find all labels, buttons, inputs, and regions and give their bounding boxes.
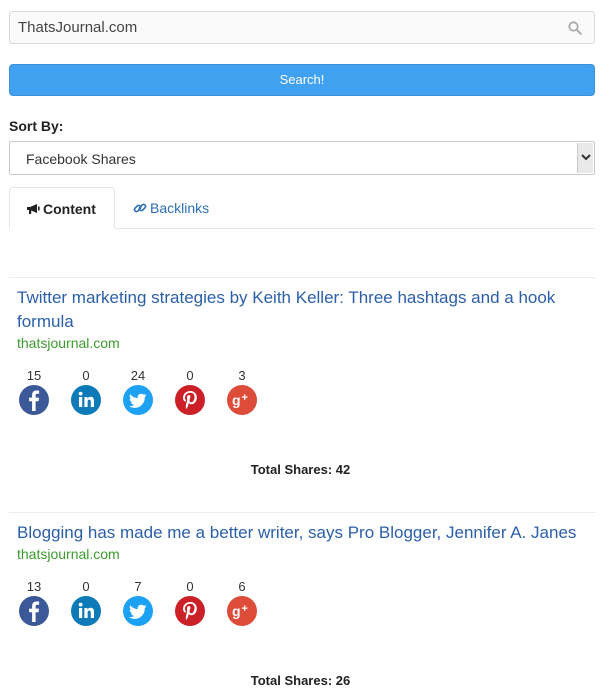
tab-content[interactable]: Content: [9, 187, 115, 229]
svg-text:g: g: [232, 392, 241, 408]
search-input[interactable]: ThatsJournal.com: [9, 11, 595, 44]
sort-by-label: Sort By:: [9, 118, 64, 134]
divider: [9, 512, 595, 513]
linkedin-share-count: 0: [82, 368, 90, 383]
linkedin-share[interactable]: 0: [70, 579, 102, 626]
googleplus-share-count: 6: [238, 579, 246, 594]
sort-select[interactable]: Facebook Shares: [9, 141, 595, 175]
total-shares: Total Shares: 26: [250, 673, 351, 688]
article-domain: thatsjournal.com: [17, 335, 120, 351]
bullhorn-icon: [26, 202, 40, 218]
twitter-share[interactable]: 24: [122, 368, 154, 415]
chevron-down-icon[interactable]: [577, 143, 593, 173]
pinterest-share-count: 0: [186, 579, 194, 594]
linkedin-share-count: 0: [82, 579, 90, 594]
linkedin-share[interactable]: 0: [70, 368, 102, 415]
twitter-icon[interactable]: [123, 596, 153, 626]
tab-backlinks-label: Backlinks: [150, 200, 210, 216]
pinterest-share[interactable]: 0: [174, 579, 206, 626]
twitter-share[interactable]: 7: [122, 579, 154, 626]
facebook-icon[interactable]: [19, 596, 49, 626]
linkedin-icon[interactable]: [71, 596, 101, 626]
search-button[interactable]: Search!: [9, 64, 595, 96]
tab-backlinks[interactable]: Backlinks: [133, 200, 209, 216]
facebook-share[interactable]: 13: [18, 579, 50, 626]
sort-select-value: Facebook Shares: [26, 151, 136, 167]
article-title-link[interactable]: Twitter marketing strategies by Keith Ke…: [17, 286, 577, 334]
pinterest-icon[interactable]: [175, 596, 205, 626]
svg-text:+: +: [242, 392, 248, 404]
twitter-icon[interactable]: [123, 385, 153, 415]
svg-text:+: +: [242, 603, 248, 615]
pinterest-share-count: 0: [186, 368, 194, 383]
twitter-share-count: 7: [134, 579, 142, 594]
googleplus-share[interactable]: 3 g +: [226, 368, 258, 415]
search-input-value: ThatsJournal.com: [18, 19, 138, 36]
twitter-share-count: 24: [130, 368, 146, 383]
pinterest-icon[interactable]: [175, 385, 205, 415]
search-icon[interactable]: [568, 21, 582, 35]
facebook-share-count: 15: [26, 368, 42, 383]
tab-bar: Content Backlinks: [9, 187, 595, 229]
total-shares: Total Shares: 42: [250, 462, 351, 477]
facebook-share[interactable]: 15: [18, 368, 50, 415]
googleplus-icon[interactable]: g +: [227, 596, 257, 626]
googleplus-share-count: 3: [238, 368, 246, 383]
facebook-icon[interactable]: [19, 385, 49, 415]
article-title-link[interactable]: Blogging has made me a better writer, sa…: [17, 521, 577, 545]
link-icon: [133, 201, 147, 218]
linkedin-icon[interactable]: [71, 385, 101, 415]
googleplus-share[interactable]: 6 g +: [226, 579, 258, 626]
pinterest-share[interactable]: 0: [174, 368, 206, 415]
facebook-share-count: 13: [26, 579, 42, 594]
article-domain: thatsjournal.com: [17, 546, 120, 562]
divider: [9, 277, 595, 278]
googleplus-icon[interactable]: g +: [227, 385, 257, 415]
svg-text:g: g: [232, 603, 241, 619]
tab-content-label: Content: [43, 201, 96, 217]
